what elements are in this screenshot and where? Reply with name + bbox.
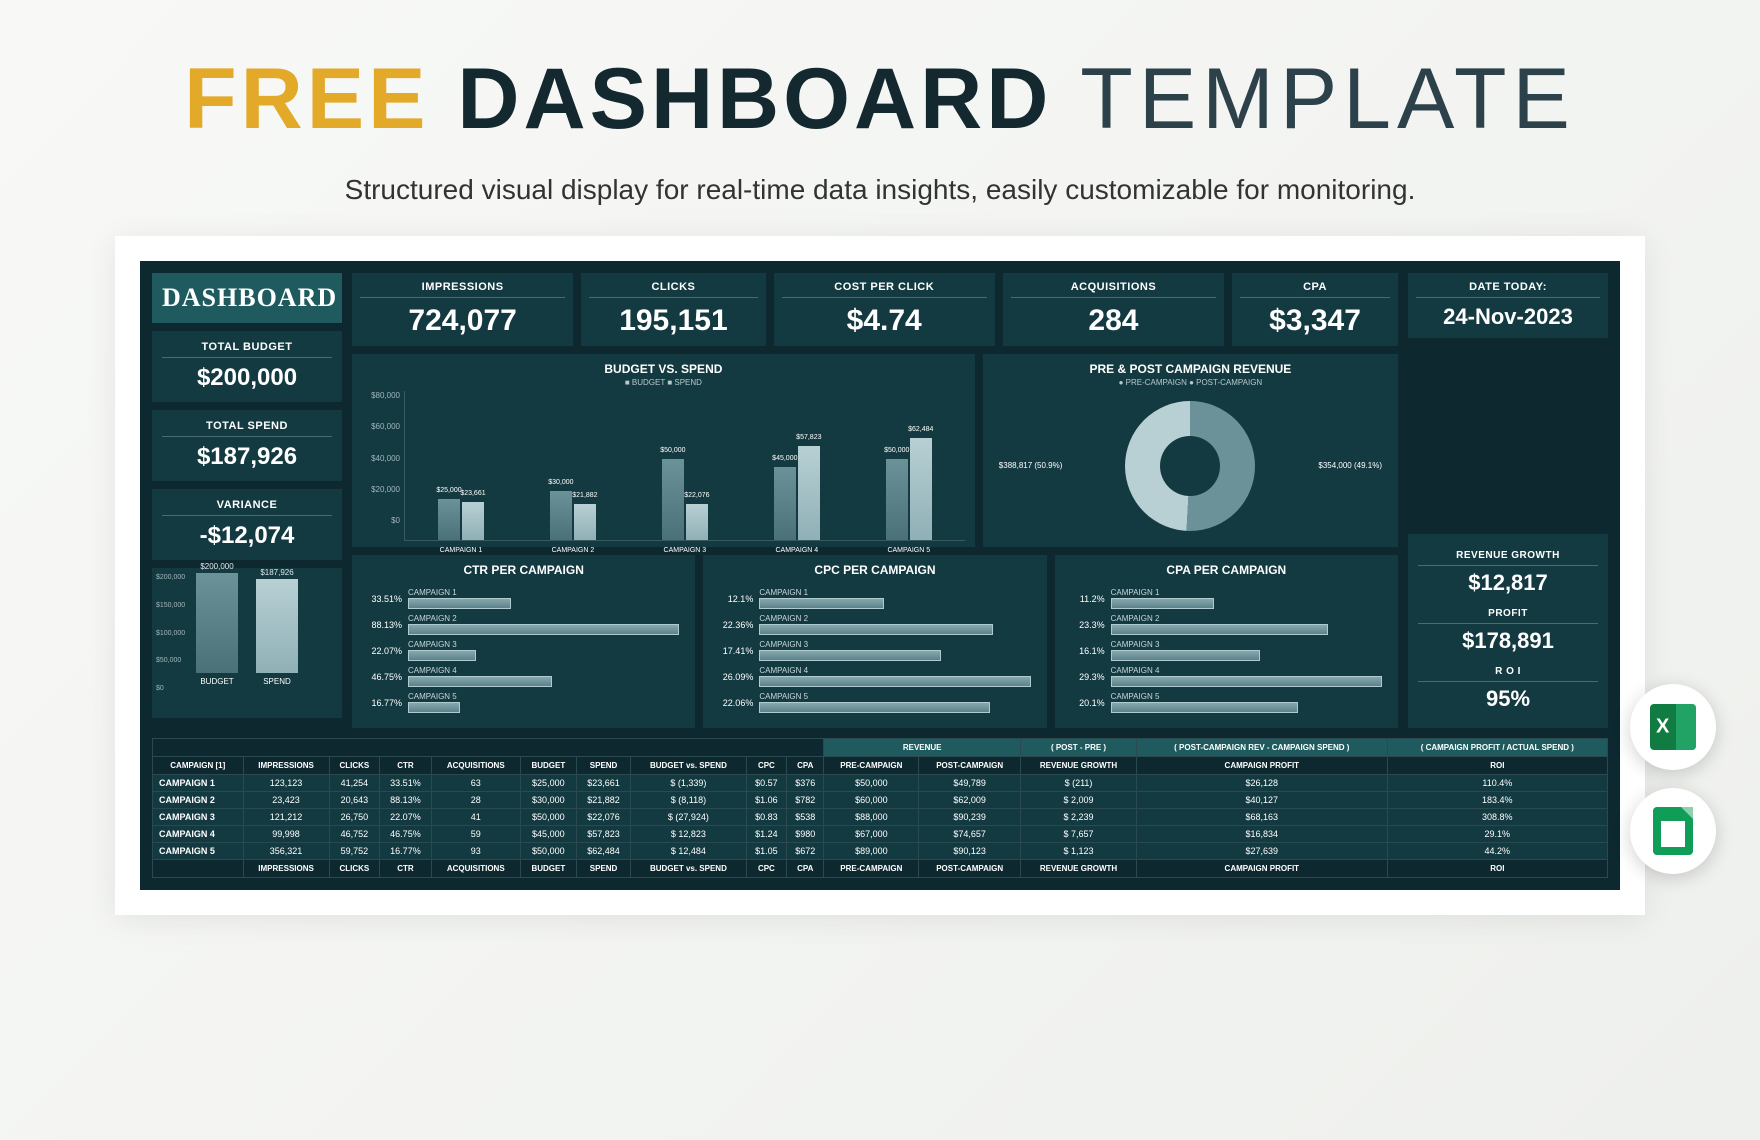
kpi-card: IMPRESSIONS 724,077	[352, 273, 573, 346]
subtitle: Structured visual display for real-time …	[0, 159, 1760, 236]
table-row: CAMPAIGN 223,42320,64388.13%28$30,000$21…	[153, 792, 1608, 809]
variance-label: VARIANCE	[162, 499, 332, 516]
total-budget-card: TOTAL BUDGET $200,000	[152, 331, 342, 402]
title-word-template: TEMPLATE	[1080, 51, 1576, 147]
kpi-row: IMPRESSIONS 724,077 CLICKS 195,151 COST …	[352, 273, 1398, 346]
hbar-row: 22.36% CAMPAIGN 2	[719, 614, 1030, 635]
table-row: CAMPAIGN 5356,32159,75216.77%93$50,000$6…	[153, 843, 1608, 860]
pie-legend: ● PRE-CAMPAIGN ● POST-CAMPAIGN	[993, 378, 1388, 387]
ctr-chart: CTR PER CAMPAIGN 33.51% CAMPAIGN 1 88.13…	[352, 555, 695, 728]
cpc-title: CPC PER CAMPAIGN	[713, 563, 1036, 577]
table-row: CAMPAIGN 3121,21226,75022.07%41$50,000$2…	[153, 809, 1608, 826]
date-label: DATE TODAY:	[1416, 281, 1600, 298]
kpi-value: 284	[1011, 304, 1216, 338]
pie-label-post: $354,000 (49.1%)	[1318, 461, 1382, 470]
page-title: FREE DASHBOARD TEMPLATE	[0, 0, 1760, 159]
roi-value: 95%	[1418, 686, 1598, 712]
total-spend-label: TOTAL SPEND	[162, 420, 332, 437]
pie-label-pre: $388,817 (50.9%)	[999, 461, 1063, 470]
variance-card: VARIANCE -$12,074	[152, 489, 342, 560]
hbar-row: 22.06% CAMPAIGN 5	[719, 692, 1030, 713]
excel-icon	[1650, 704, 1696, 750]
hbar-row: 46.75% CAMPAIGN 4	[368, 666, 679, 687]
revenue-growth-value: $12,817	[1418, 570, 1598, 596]
bar-group: $25,000 $23,661 CAMPAIGN 1	[438, 499, 484, 540]
dashboard-panel: DASHBOARD TOTAL BUDGET $200,000 TOTAL SP…	[140, 261, 1620, 890]
download-sheets-button[interactable]	[1630, 788, 1716, 874]
roi-label: R O I	[1418, 666, 1598, 682]
hbar-row: 29.3% CAMPAIGN 4	[1071, 666, 1382, 687]
kpi-label: IMPRESSIONS	[360, 281, 565, 298]
hbar-row: 22.07% CAMPAIGN 3	[368, 640, 679, 661]
bar-group: $50,000 $22,076 CAMPAIGN 3	[662, 459, 708, 540]
date-value: 24-Nov-2023	[1416, 304, 1600, 330]
date-card: DATE TODAY: 24-Nov-2023	[1408, 273, 1608, 338]
bar-group: $30,000 $21,882 CAMPAIGN 2	[550, 491, 596, 540]
kpi-value: $4.74	[782, 304, 987, 338]
kpi-label: CPA	[1240, 281, 1390, 298]
kpi-card: COST PER CLICK $4.74	[774, 273, 995, 346]
variance-value: -$12,074	[162, 522, 332, 550]
download-excel-button[interactable]	[1630, 684, 1716, 770]
template-preview-card: DASHBOARD TOTAL BUDGET $200,000 TOTAL SP…	[115, 236, 1645, 915]
revenue-pie-chart: PRE & POST CAMPAIGN REVENUE ● PRE-CAMPAI…	[983, 354, 1398, 547]
table-row: CAMPAIGN 499,99846,75246.75%59$45,000$57…	[153, 826, 1608, 843]
campaign-table: REVENUE( POST - PRE )( POST-CAMPAIGN REV…	[152, 738, 1608, 878]
kpi-card: ACQUISITIONS 284	[1003, 273, 1224, 346]
hbar-row: 16.1% CAMPAIGN 3	[1071, 640, 1382, 661]
bvs-title: BUDGET VS. SPEND	[362, 362, 965, 376]
google-sheets-icon	[1653, 807, 1693, 855]
profit-value: $178,891	[1418, 628, 1598, 654]
donut-icon	[1125, 401, 1255, 531]
table-row: CAMPAIGN 1123,12341,25433.51%63$25,000$2…	[153, 775, 1608, 792]
dashboard-heading: DASHBOARD	[152, 273, 342, 323]
bvs-legend: ■ BUDGET ■ SPEND	[362, 378, 965, 387]
budget-vs-spend-chart: BUDGET VS. SPEND ■ BUDGET ■ SPEND $80,00…	[352, 354, 975, 547]
hbar-row: 26.09% CAMPAIGN 4	[719, 666, 1030, 687]
hbar-row: 16.77% CAMPAIGN 5	[368, 692, 679, 713]
ctr-title: CTR PER CAMPAIGN	[362, 563, 685, 577]
cpc-chart: CPC PER CAMPAIGN 12.1% CAMPAIGN 1 22.36%…	[703, 555, 1046, 728]
total-budget-label: TOTAL BUDGET	[162, 341, 332, 358]
total-spend-card: TOTAL SPEND $187,926	[152, 410, 342, 481]
title-word-free: FREE	[184, 51, 429, 147]
kpi-label: ACQUISITIONS	[1011, 281, 1216, 298]
hbar-row: 20.1% CAMPAIGN 5	[1071, 692, 1382, 713]
revenue-growth-label: REVENUE GROWTH	[1418, 550, 1598, 566]
bar-group: $50,000 $62,484 CAMPAIGN 5	[886, 438, 932, 540]
total-spend-value: $187,926	[162, 443, 332, 471]
kpi-card: CLICKS 195,151	[581, 273, 765, 346]
hbar-row: 17.41% CAMPAIGN 3	[719, 640, 1030, 661]
kpi-label: COST PER CLICK	[782, 281, 987, 298]
budget-spend-mini-chart: $200,000$150,000$100,000$50,000$0$200,00…	[152, 568, 342, 718]
title-word-dashboard: DASHBOARD	[457, 51, 1052, 147]
pie-title: PRE & POST CAMPAIGN REVENUE	[993, 362, 1388, 376]
kpi-card: CPA $3,347	[1232, 273, 1398, 346]
hbar-row: 88.13% CAMPAIGN 2	[368, 614, 679, 635]
hbar-row: 11.2% CAMPAIGN 1	[1071, 588, 1382, 609]
total-budget-value: $200,000	[162, 364, 332, 392]
kpi-value: $3,347	[1240, 304, 1390, 338]
kpi-value: 724,077	[360, 304, 565, 338]
bar-group: $45,000 $57,823 CAMPAIGN 4	[774, 446, 820, 540]
hbar-row: 12.1% CAMPAIGN 1	[719, 588, 1030, 609]
cpa-chart: CPA PER CAMPAIGN 11.2% CAMPAIGN 1 23.3% …	[1055, 555, 1398, 728]
hbar-row: 33.51% CAMPAIGN 1	[368, 588, 679, 609]
profit-label: PROFIT	[1418, 608, 1598, 624]
kpi-label: CLICKS	[589, 281, 757, 298]
kpi-value: 195,151	[589, 304, 757, 338]
right-metrics-card: REVENUE GROWTH $12,817 PROFIT $178,891 R O…	[1408, 534, 1608, 728]
hbar-row: 23.3% CAMPAIGN 2	[1071, 614, 1382, 635]
cpa-title: CPA PER CAMPAIGN	[1065, 563, 1388, 577]
